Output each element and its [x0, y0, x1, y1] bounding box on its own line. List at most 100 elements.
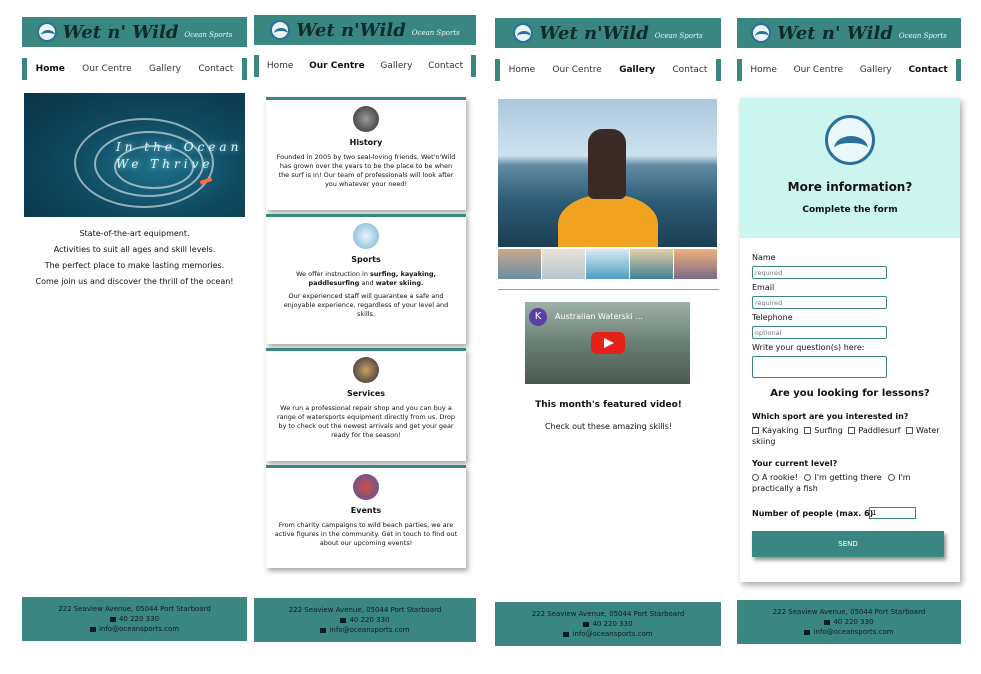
home-intro: State-of-the-art equipment. Activities t… — [24, 226, 245, 290]
name-label: Name — [752, 253, 776, 262]
nav-our-centre[interactable]: Our Centre — [78, 64, 135, 74]
kayaking-checkbox[interactable] — [752, 427, 759, 434]
send-button[interactable]: SEND — [752, 531, 944, 557]
main-nav: Home Our Centre Gallery Contact — [254, 55, 476, 77]
nav-contact[interactable]: Contact — [424, 61, 467, 71]
main-nav: Home Our Centre Gallery Contact — [495, 59, 721, 81]
gallery-main-photo[interactable] — [498, 99, 717, 247]
sport-option-label: Paddlesurf — [858, 426, 901, 435]
level-question: Your current level? — [752, 459, 838, 468]
envelope-icon — [804, 629, 811, 635]
gallery-thumbnail[interactable] — [630, 249, 673, 279]
site-header: Wet n'Wild Ocean Sports — [254, 15, 476, 45]
footer-address: 222 Seaview Avenue, 05044 Port Starboard — [772, 608, 926, 616]
nav-contact[interactable]: Contact — [668, 65, 711, 75]
phone-icon — [340, 617, 347, 623]
footer-address: 222 Seaview Avenue, 05044 Port Starboard — [531, 610, 685, 618]
people-number-input[interactable]: 1 — [869, 507, 916, 519]
surfing-checkbox[interactable] — [804, 427, 812, 434]
sport-option-label: Kayaking — [762, 426, 799, 435]
gallery-thumbnail[interactable] — [586, 249, 629, 279]
kayak — [558, 194, 658, 247]
home-line: Come join us and discover the thrill of … — [35, 277, 234, 286]
nav-home[interactable]: Home — [32, 64, 69, 74]
envelope-icon — [320, 627, 327, 633]
rookie-radio[interactable] — [752, 474, 759, 481]
level-option-label: A rookie! — [762, 473, 798, 482]
gallery-thumbnail[interactable] — [674, 249, 717, 279]
gallery-thumbnail[interactable] — [498, 249, 541, 279]
nav-gallery[interactable]: Gallery — [376, 61, 416, 71]
nav-our-centre[interactable]: Our Centre — [305, 61, 369, 71]
phone-icon — [583, 621, 590, 627]
sports-avatar — [353, 223, 379, 249]
wave-logo-icon[interactable] — [751, 23, 772, 43]
nav-home[interactable]: Home — [505, 65, 540, 75]
brand-name[interactable]: Wet n'Wild — [539, 23, 649, 44]
name-field[interactable] — [752, 266, 887, 279]
wave-logo-icon[interactable] — [36, 22, 57, 42]
water-skiing-checkbox[interactable] — [905, 427, 913, 434]
footer-email[interactable]: info@oceansports.com — [329, 626, 409, 634]
card-text: Founded in 2005 by two seal-loving frien… — [276, 153, 456, 188]
nav-gallery[interactable]: Gallery — [856, 65, 896, 75]
featured-video[interactable]: K Australian Waterski ... — [525, 302, 690, 384]
wave-logo-icon[interactable] — [270, 20, 291, 40]
wave-logo-icon[interactable] — [513, 23, 534, 43]
email-field[interactable] — [752, 296, 887, 309]
nav-contact[interactable]: Contact — [904, 65, 951, 75]
site-header: Wet n' Wild Ocean Sports — [22, 17, 247, 47]
card-text: We offer instruction in surfing, kayakin… — [295, 270, 436, 287]
nav-gallery[interactable]: Gallery — [615, 65, 659, 75]
site-header: Wet n' Wild Ocean Sports — [737, 18, 961, 48]
footer-phone[interactable]: 40 220 330 — [349, 616, 389, 624]
home-line: Activities to suit all ages and skill le… — [53, 245, 216, 254]
card-title: Services — [346, 389, 386, 398]
card-title: Sports — [351, 255, 381, 264]
footer-email[interactable]: info@oceansports.com — [99, 625, 179, 633]
video-title[interactable]: Australian Waterski ... — [555, 312, 643, 321]
gallery-thumbnail[interactable] — [542, 249, 585, 279]
nav-contact[interactable]: Contact — [194, 64, 237, 74]
brand-name[interactable]: Wet n' Wild — [777, 23, 893, 44]
footer-address: 222 Seaview Avenue, 05044 Port Starboard — [58, 605, 211, 613]
paddlesurf-checkbox[interactable] — [848, 427, 856, 434]
level-option-label: I'm getting there — [814, 473, 882, 482]
services-avatar — [353, 357, 379, 383]
footer-email[interactable]: info@oceansports.com — [572, 630, 652, 638]
site-header: Wet n'Wild Ocean Sports — [495, 18, 721, 48]
nav-our-centre[interactable]: Our Centre — [548, 65, 605, 75]
hero-caption: In the Ocean We Thrive — [116, 139, 242, 173]
getting-there-radio[interactable] — [804, 474, 812, 481]
nav-home[interactable]: Home — [263, 61, 298, 71]
telephone-label: Telephone — [752, 313, 793, 322]
brand-tagline: Ocean Sports — [898, 32, 947, 40]
footer-phone[interactable]: 40 220 330 — [833, 618, 873, 626]
footer-phone[interactable]: 40 220 330 — [119, 615, 159, 623]
brand-name[interactable]: Wet n'Wild — [296, 20, 406, 41]
featured-video-text: Check out these amazing skills! — [544, 422, 673, 431]
nav-our-centre[interactable]: Our Centre — [790, 65, 847, 75]
nav-home[interactable]: Home — [746, 65, 781, 75]
question-textarea[interactable] — [752, 356, 887, 378]
sport-question: Which sport are you interested in? — [752, 412, 909, 421]
hero-caption-line2: We Thrive — [116, 157, 214, 171]
card-text: From charity campaigns to wild beach par… — [274, 521, 458, 547]
hero-image: In the Ocean We Thrive — [24, 93, 245, 217]
play-icon[interactable] — [591, 332, 625, 354]
envelope-icon — [563, 631, 570, 637]
fish-radio[interactable] — [888, 474, 896, 481]
footer-email[interactable]: info@oceansports.com — [813, 628, 893, 636]
channel-avatar[interactable]: K — [529, 308, 547, 326]
footer-phone[interactable]: 40 220 330 — [592, 620, 632, 628]
hero-caption-line1: In the Ocean — [116, 140, 243, 154]
sport-options: Kayaking Surfing Paddlesurf Water skiing — [752, 425, 952, 447]
form-subtitle: Complete the form — [802, 205, 898, 215]
kayaker — [588, 129, 626, 199]
lessons-heading: Are you looking for lessons? — [770, 388, 930, 399]
nav-gallery[interactable]: Gallery — [145, 64, 185, 74]
brand-name[interactable]: Wet n' Wild — [63, 22, 179, 43]
level-options: A rookie! I'm getting there I'm practica… — [752, 472, 952, 494]
site-footer: 222 Seaview Avenue, 05044 Port Starboard… — [22, 597, 247, 641]
telephone-field[interactable] — [752, 326, 887, 339]
